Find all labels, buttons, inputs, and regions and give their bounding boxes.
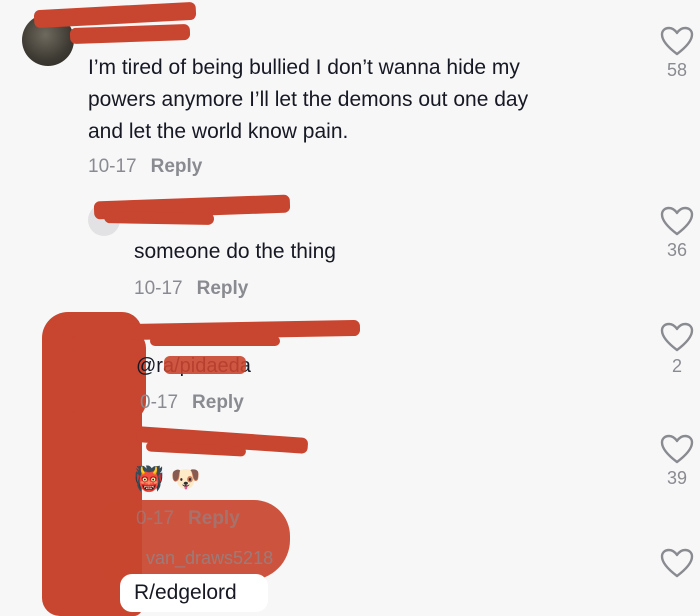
like-button[interactable]: 39	[655, 434, 699, 489]
reply-button[interactable]: Reply	[192, 392, 244, 413]
comment-meta: 0-17 Reply	[136, 508, 240, 530]
heart-icon	[660, 206, 694, 236]
heart-icon	[660, 26, 694, 56]
comment-meta: 10-17 Reply	[88, 156, 202, 178]
redaction-scribble	[70, 330, 146, 420]
comment-username[interactable]: van_draws5218	[146, 548, 273, 569]
comment-text: someone do the thing	[134, 240, 336, 263]
heart-icon	[660, 434, 694, 464]
comment-line: I’m tired of being bullied I don’t wanna…	[88, 56, 520, 79]
heart-icon	[660, 548, 694, 578]
reply-button[interactable]: Reply	[151, 156, 203, 177]
redacted-username	[103, 211, 215, 225]
comment-line: powers anymore I’ll let the demons out o…	[88, 88, 529, 111]
like-button[interactable]	[655, 548, 699, 578]
like-count: 36	[666, 240, 688, 260]
comment-text: I’m tired of being bullied I don’t wanna…	[88, 52, 628, 148]
comment-meta: 10-17 Reply	[134, 278, 248, 300]
like-count: 2	[671, 356, 682, 376]
comment-date: 0-17	[136, 508, 175, 529]
heart-icon	[660, 322, 694, 352]
redacted-username	[69, 23, 191, 45]
comment-line: and let the world know pain.	[88, 120, 349, 143]
reply-button[interactable]: Reply	[188, 508, 240, 529]
comment-date: 10-17	[134, 278, 183, 299]
like-button[interactable]: 58	[655, 26, 699, 81]
redacted-mention	[164, 356, 246, 374]
reply-button[interactable]: Reply	[197, 278, 249, 299]
comment-date: 10-17	[88, 156, 137, 177]
like-button[interactable]: 2	[655, 322, 699, 377]
redacted-username	[150, 336, 280, 346]
emoji-comment: 👹 🐶	[134, 466, 201, 493]
like-count: 39	[666, 468, 688, 488]
like-button[interactable]: 36	[655, 206, 699, 261]
like-count: 58	[666, 60, 688, 80]
comment-text: R/edgelord	[134, 581, 237, 604]
comment-date: 0-17	[140, 392, 179, 413]
comment-meta: 0-17 Reply	[140, 392, 244, 414]
